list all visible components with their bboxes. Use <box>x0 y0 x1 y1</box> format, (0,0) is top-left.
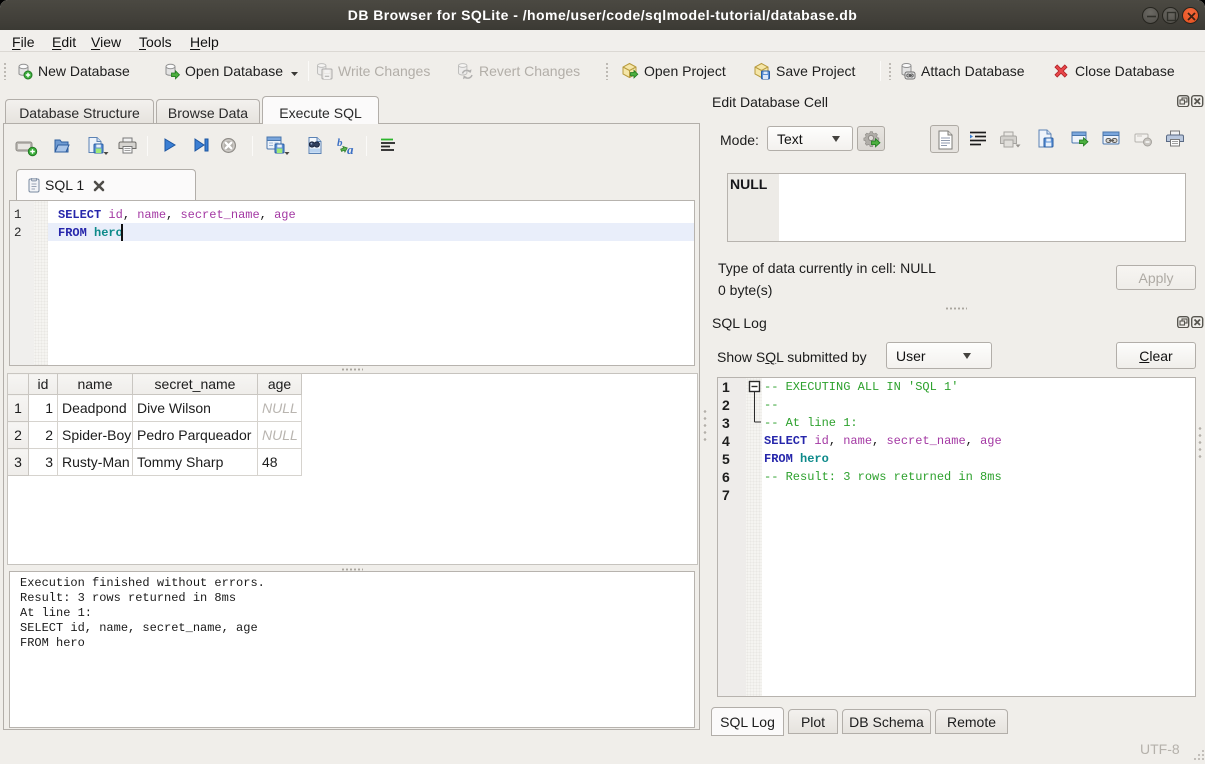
svg-text:b: b <box>337 137 343 149</box>
svg-text:a: a <box>347 142 354 155</box>
